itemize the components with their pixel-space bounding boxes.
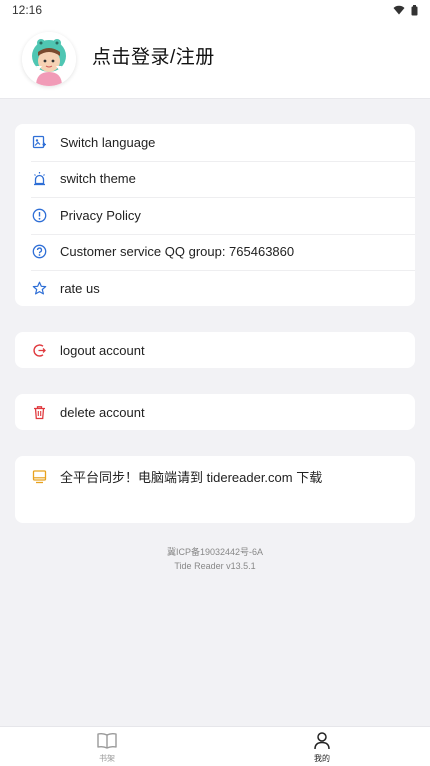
- login-register-link[interactable]: 点击登录/注册: [92, 42, 215, 69]
- sync-promo-card: 全平台同步！电脑端请到 tidereader.com 下载: [15, 456, 415, 523]
- sync-promo-row[interactable]: 全平台同步！电脑端请到 tidereader.com 下载: [15, 456, 415, 496]
- app-version-text: Tide Reader v13.5.1: [174, 561, 256, 571]
- bottom-tab-bar: 书架 我的: [0, 726, 430, 766]
- theme-icon: [31, 171, 47, 187]
- help-icon: [31, 244, 47, 260]
- star-icon: [31, 280, 47, 296]
- tab-label: 书架: [99, 754, 115, 763]
- profile-header[interactable]: 点击登录/注册: [0, 20, 430, 99]
- avatar[interactable]: [22, 32, 76, 86]
- trash-icon: [31, 404, 47, 420]
- status-bar: 12:16: [0, 0, 430, 20]
- logout-card: logout account: [15, 332, 415, 368]
- menu-item-label: Customer service QQ group: 765463860: [60, 244, 295, 260]
- delete-account-button[interactable]: delete account: [15, 394, 415, 430]
- menu-item-switch-theme[interactable]: switch theme: [15, 160, 415, 198]
- desktop-icon: [31, 468, 47, 484]
- wifi-icon: [393, 5, 405, 15]
- menu-item-label: Privacy Policy: [60, 207, 141, 223]
- person-icon: [314, 732, 330, 750]
- status-time: 12:16: [12, 3, 43, 17]
- menu-item-customer-service[interactable]: Customer service QQ group: 765463860: [15, 233, 415, 271]
- tab-bookshelf[interactable]: 书架: [77, 731, 137, 764]
- menu-item-rate-us[interactable]: rate us: [15, 270, 415, 307]
- tab-label: 我的: [314, 754, 330, 763]
- sync-promo-label: 全平台同步！电脑端请到 tidereader.com 下载: [60, 469, 323, 485]
- status-icons: [393, 4, 418, 16]
- battery-icon: [411, 4, 418, 15]
- tab-mine[interactable]: 我的: [292, 731, 352, 764]
- info-icon: [31, 207, 47, 223]
- menu-item-label: Switch language: [60, 134, 156, 150]
- delete-label: delete account: [60, 404, 145, 420]
- menu-item-privacy-policy[interactable]: Privacy Policy: [15, 197, 415, 234]
- language-icon: [31, 134, 47, 150]
- menu-item-label: rate us: [60, 280, 100, 296]
- logout-account-button[interactable]: logout account: [15, 332, 415, 368]
- avatar-dino-icon: [22, 32, 76, 86]
- menu-item-switch-language[interactable]: Switch language: [15, 124, 415, 161]
- menu-item-label: switch theme: [60, 171, 136, 187]
- logout-icon: [31, 342, 47, 358]
- icp-record-text: 冀ICP备19032442号-6A: [166, 547, 264, 557]
- logout-label: logout account: [60, 342, 145, 358]
- book-icon: [97, 732, 117, 749]
- delete-card: delete account: [15, 394, 415, 430]
- settings-menu-card: Switch language switch theme Privacy Pol…: [15, 124, 415, 306]
